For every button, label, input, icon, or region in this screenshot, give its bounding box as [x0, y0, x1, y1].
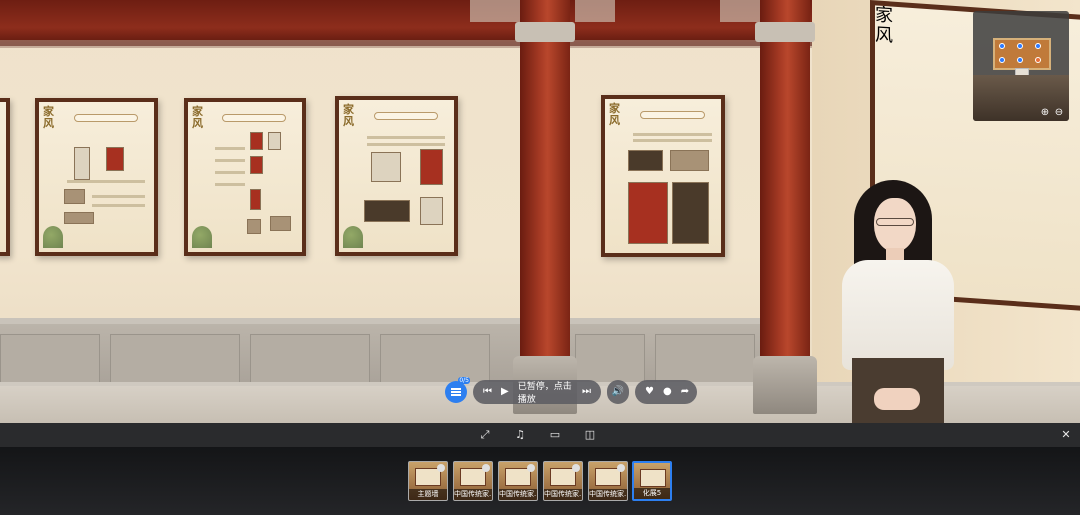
menu-badge: 0/5 [458, 377, 470, 384]
volume-button[interactable]: 🔊 [607, 380, 629, 404]
next-icon[interactable]: ⏭ [582, 386, 591, 398]
close-icon[interactable]: ✕ [1059, 428, 1073, 442]
scene-thumbnail[interactable]: 主题墙 [408, 461, 448, 501]
thumbnail-label: 中国传统家... [454, 489, 492, 500]
playback-control: ⏮ ▶ 已暂停，点击播放 ⏭ [473, 379, 601, 405]
minimap-hotspot[interactable] [1035, 43, 1041, 49]
column-base [753, 356, 817, 414]
minimap-hotspot[interactable] [1017, 43, 1023, 49]
minimap-hotspot[interactable] [999, 43, 1005, 49]
exhibition-scene[interactable]: 家风 家风 家风 家风 家风 ⊕ ⊖ 0/5 ⏮ ▶ 已暂停，点击播放 ⏭ 🔊 … [0, 0, 1080, 423]
thumbnail-label: 主题墙 [409, 489, 447, 500]
vr-glasses-icon[interactable]: ▭ [548, 428, 562, 442]
exhibit-panel-2[interactable]: 家风 [184, 98, 306, 256]
thumbnail-label: 中国传统家... [499, 489, 537, 500]
minimap-hotspot[interactable] [999, 57, 1005, 63]
minimap-hotspot[interactable] [1017, 57, 1023, 63]
red-column [760, 0, 810, 380]
playback-status[interactable]: 已暂停，点击播放 [518, 379, 573, 405]
scene-thumbnail[interactable]: 中国传统家... [588, 461, 628, 501]
wainscot [0, 318, 780, 388]
minimap[interactable]: ⊕ ⊖ [973, 11, 1069, 121]
previous-icon[interactable]: ⏮ [483, 386, 492, 398]
exhibit-panel-1[interactable]: 家风 [35, 98, 158, 256]
column-capital [515, 22, 575, 42]
thumbnail-label: 中国传统家... [589, 489, 627, 500]
gyroscope-icon[interactable]: ◫ [583, 428, 597, 442]
exhibit-panel-edge[interactable] [0, 98, 10, 256]
scene-thumbnail[interactable]: 中国传统家... [453, 461, 493, 501]
play-icon[interactable]: ▶ [501, 386, 509, 398]
ceiling-bracket [575, 0, 615, 22]
list-icon [451, 388, 461, 396]
scene-thumbnail-active[interactable]: 化展5 [632, 461, 672, 501]
column-capital [755, 22, 815, 42]
scene-thumbnail[interactable]: 中国传统家... [498, 461, 538, 501]
comment-icon[interactable]: ● [663, 386, 672, 398]
red-column [520, 0, 570, 380]
share-icon[interactable]: ➦ [681, 386, 689, 398]
volume-icon: 🔊 [611, 386, 625, 397]
fullscreen-icon[interactable]: ⤢ [478, 428, 492, 442]
virtual-guide-avatar[interactable] [838, 180, 962, 423]
menu-list-button[interactable]: 0/5 [445, 377, 470, 403]
audio-player: 0/5 ⏮ ▶ 已暂停，点击播放 ⏭ 🔊 ♥ ● ➦ [445, 377, 697, 405]
zoom-out-icon[interactable]: ⊖ [1053, 107, 1065, 119]
zoom-in-icon[interactable]: ⊕ [1039, 107, 1051, 119]
social-actions: ♥ ● ➦ [635, 380, 697, 404]
music-icon[interactable]: ♫ [513, 428, 527, 442]
bottom-toolbar: ⤢ ♫ ▭ ◫ ✕ [0, 423, 1080, 447]
thumbnail-label: 化展5 [634, 488, 670, 499]
exhibit-panel-4[interactable]: 家风 [601, 95, 725, 257]
like-heart-icon[interactable]: ♥ [645, 386, 654, 398]
minimap-current-position[interactable] [1035, 57, 1041, 63]
thumbnail-label: 中国传统家... [544, 489, 582, 500]
scene-thumbnail[interactable]: 中国传统家... [543, 461, 583, 501]
scene-thumbnail-strip: 主题墙 中国传统家... 中国传统家... 中国传统家... 中国传统家... … [0, 447, 1080, 515]
exhibit-panel-3[interactable]: 家风 [335, 96, 458, 256]
